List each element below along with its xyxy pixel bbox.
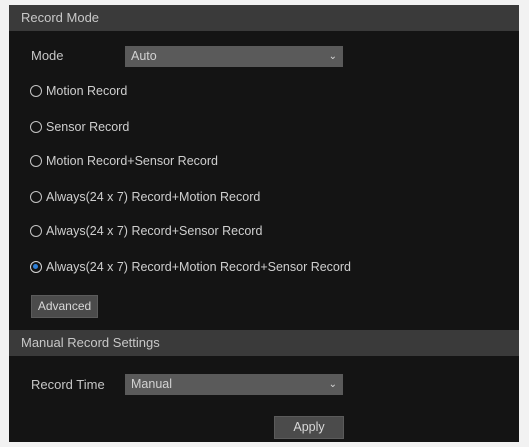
radio-label: Motion Record+Sensor Record [46,154,218,168]
record-mode-header: Record Mode [9,5,519,31]
radio-always-motion-record[interactable]: Always(24 x 7) Record+Motion Record [30,187,260,207]
mode-select[interactable]: Auto ⌄ [125,46,343,67]
radio-selected-icon [30,261,42,273]
radio-label: Sensor Record [46,120,130,134]
record-time-select[interactable]: Manual ⌄ [125,374,343,395]
record-time-label: Record Time [31,377,105,392]
radio-icon [30,121,42,133]
radio-sensor-record[interactable]: Sensor Record [30,117,129,137]
manual-record-settings-header: Manual Record Settings [9,330,519,356]
radio-always-sensor-record[interactable]: Always(24 x 7) Record+Sensor Record [30,221,262,241]
radio-icon [30,85,42,97]
apply-button[interactable]: Apply [274,416,344,439]
radio-always-motion-sensor-record[interactable]: Always(24 x 7) Record+Motion Record+Sens… [30,257,351,277]
mode-select-value: Auto [131,49,157,63]
radio-motion-sensor-record[interactable]: Motion Record+Sensor Record [30,151,218,171]
radio-motion-record[interactable]: Motion Record [30,81,127,101]
radio-icon [30,191,42,203]
advanced-button[interactable]: Advanced [31,295,98,318]
radio-label: Motion Record [46,84,128,98]
radio-label: Always(24 x 7) Record+Motion Record [46,190,261,204]
chevron-down-icon: ⌄ [328,51,337,62]
radio-icon [30,155,42,167]
record-settings-panel: Record Mode Mode Auto ⌄ Motion Record Se… [9,5,519,442]
radio-label: Always(24 x 7) Record+Sensor Record [46,224,263,238]
mode-label: Mode [31,48,64,63]
radio-label: Always(24 x 7) Record+Motion Record+Sens… [46,260,351,274]
radio-icon [30,225,42,237]
record-time-select-value: Manual [131,377,172,391]
chevron-down-icon: ⌄ [328,379,337,390]
